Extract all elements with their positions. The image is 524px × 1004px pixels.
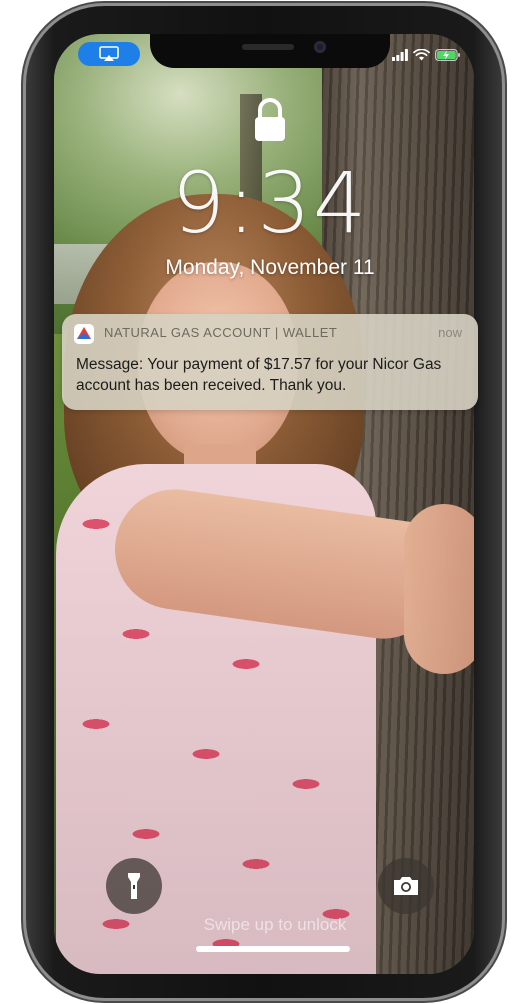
power-button [502,236,507,346]
camera-button[interactable] [378,858,434,914]
home-indicator[interactable] [196,946,350,952]
wifi-icon [413,49,430,61]
lock-screen-date: Monday, November 11 [165,256,375,279]
notification-app-name: NATURAL GAS ACCOUNT | WALLET [104,325,338,340]
notification-message: Message: Your payment of $17.57 for your… [76,356,442,394]
airplay-indicator[interactable] [78,42,140,66]
battery-charging-icon [435,49,460,61]
airplay-icon [99,46,119,61]
swipe-up-hint: Swipe up to unlock [203,915,347,934]
notification-card[interactable]: NATURAL GAS ACCOUNT | WALLET now Message… [62,314,478,410]
flashlight-button[interactable] [106,858,162,914]
flashlight-icon [128,873,140,899]
front-camera [314,41,326,53]
wallet-app-icon [74,324,94,344]
camera-icon [394,877,418,895]
notification-time: now [438,325,462,340]
notch [150,34,390,68]
earpiece-speaker [242,44,294,50]
cellular-signal-icon [392,49,408,61]
padlock-icon [255,98,285,141]
device-frame: 9:34 Monday, November 11 NATURAL GAS ACC… [0,0,524,1004]
status-icons [392,46,464,64]
lock-screen-time: 9:34 [171,154,369,252]
